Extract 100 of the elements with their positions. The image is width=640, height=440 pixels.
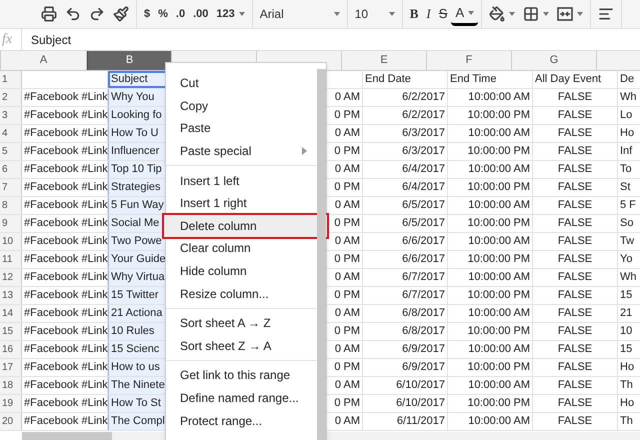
format-button[interactable]: $ [140, 2, 154, 26]
table-cell: FALSE [533, 359, 618, 376]
row-header[interactable]: 20 [0, 413, 22, 430]
font-size-select[interactable]: 10 [350, 2, 399, 26]
table-cell: 10:00:00 PM [448, 395, 533, 412]
row-header[interactable]: 12 [0, 269, 22, 286]
table-cell: 10:00:00 AM [448, 233, 533, 250]
table-cell: FALSE [533, 179, 618, 196]
column-header[interactable]: B [87, 51, 172, 70]
table-cell: 10:00:00 PM [448, 179, 533, 196]
table-cell: 6/7/2017 [363, 287, 448, 304]
table-cell: Lo [618, 107, 640, 124]
table-cell: FALSE [533, 215, 618, 232]
text-color-button[interactable]: A [451, 2, 478, 26]
table-cell: End Date [363, 71, 448, 88]
table-cell: FALSE [533, 305, 618, 322]
table-cell: End Time [448, 71, 533, 88]
table-cell: 10:00:00 AM [448, 269, 533, 286]
table-cell: 15 [618, 287, 640, 304]
table-cell: FALSE [533, 125, 618, 142]
menu-item[interactable]: Delete column [164, 214, 327, 238]
row-header[interactable]: 15 [0, 323, 22, 340]
row-header[interactable]: 6 [0, 161, 22, 178]
row-header[interactable]: 9 [0, 215, 22, 232]
table-cell: FALSE [533, 107, 618, 124]
table-cell: 10:00:00 AM [448, 161, 533, 178]
table-cell: 10:00:00 PM [448, 323, 533, 340]
column-header[interactable]: E [342, 51, 427, 70]
table-cell: 10:00:00 AM [448, 305, 533, 322]
formula-input[interactable]: Subject [22, 30, 72, 48]
table-cell: FALSE [533, 395, 618, 412]
row-header[interactable]: 19 [0, 395, 22, 412]
table-cell: Ho [618, 125, 640, 142]
table-cell: 10:00:00 PM [448, 215, 533, 232]
table-cell: FALSE [533, 413, 618, 430]
column-header[interactable]: G [512, 51, 597, 70]
table-cell: FALSE [533, 233, 618, 250]
table-cell: 10:00:00 PM [448, 251, 533, 268]
table-cell: Ho [618, 395, 640, 412]
table-cell: 10:00:00 AM [448, 125, 533, 142]
table-cell: 6/3/2017 [363, 125, 448, 142]
table-cell: St [618, 179, 640, 196]
table-cell: 10 [618, 323, 640, 340]
table-cell: 6/8/2017 [363, 323, 448, 340]
row-header[interactable]: 10 [0, 233, 22, 250]
table-cell: Inf [618, 143, 640, 160]
table-cell: To [618, 161, 640, 178]
table-cell: FALSE [533, 251, 618, 268]
row-header[interactable]: 8 [0, 197, 22, 214]
row-header[interactable]: 11 [0, 251, 22, 268]
table-cell: Tw [618, 233, 640, 250]
row-header[interactable]: 2 [0, 89, 22, 106]
table-cell: Yo [618, 251, 640, 268]
table-cell: 6/4/2017 [363, 161, 448, 178]
table-cell: Wh [618, 89, 640, 106]
table-cell: 10:00:00 AM [448, 89, 533, 106]
table-cell: So [618, 215, 640, 232]
table-cell: 6/2/2017 [363, 107, 448, 124]
table-cell: 6/10/2017 [363, 377, 448, 394]
decrease-decimals-button[interactable]: .0 [172, 2, 190, 26]
table-cell: FALSE [533, 287, 618, 304]
row-header[interactable]: 14 [0, 305, 22, 322]
format-button[interactable]: % [154, 2, 172, 26]
number-format-button[interactable]: 123 [212, 2, 249, 26]
table-cell: 10:00:00 AM [448, 413, 533, 430]
table-cell: 10:00:00 AM [448, 341, 533, 358]
row-header[interactable]: 17 [0, 359, 22, 376]
increase-decimals-button[interactable]: .00 [189, 2, 212, 26]
row-header[interactable]: 4 [0, 125, 22, 142]
table-cell: FALSE [533, 377, 618, 394]
row-header[interactable]: 18 [0, 377, 22, 394]
table-cell: FALSE [533, 161, 618, 178]
table-cell: 6/11/2017 [363, 413, 448, 430]
row-header[interactable]: 13 [0, 287, 22, 304]
row-header[interactable]: 1 [0, 71, 22, 88]
table-cell: 6/3/2017 [363, 143, 448, 160]
table-cell: Ho [618, 359, 640, 376]
table-cell: 6/6/2017 [363, 251, 448, 268]
table-cell: Th [618, 413, 640, 430]
table-cell: FALSE [533, 143, 618, 160]
table-cell: 10:00:00 PM [448, 359, 533, 376]
strikethrough-button[interactable]: S [434, 2, 452, 26]
table-cell: FALSE [533, 323, 618, 340]
table-cell: 10:00:00 AM [448, 197, 533, 214]
table-cell: FALSE [533, 89, 618, 106]
bold-button[interactable]: B [406, 2, 422, 26]
table-cell: 6/8/2017 [363, 305, 448, 322]
table-cell: 6/5/2017 [363, 197, 448, 214]
row-header[interactable]: 3 [0, 107, 22, 124]
row-header[interactable]: 5 [0, 143, 22, 160]
table-cell: 15 [618, 341, 640, 358]
table-cell: Th [618, 377, 640, 394]
font-select[interactable]: Arial [256, 2, 344, 26]
table-cell: 10:00:00 PM [448, 143, 533, 160]
row-header[interactable]: 7 [0, 179, 22, 196]
row-header[interactable]: 16 [0, 341, 22, 358]
italic-button[interactable]: I [422, 2, 435, 26]
table-cell: 10:00:00 PM [448, 287, 533, 304]
column-header[interactable]: F [427, 51, 512, 70]
table-cell: 6/2/2017 [363, 89, 448, 106]
